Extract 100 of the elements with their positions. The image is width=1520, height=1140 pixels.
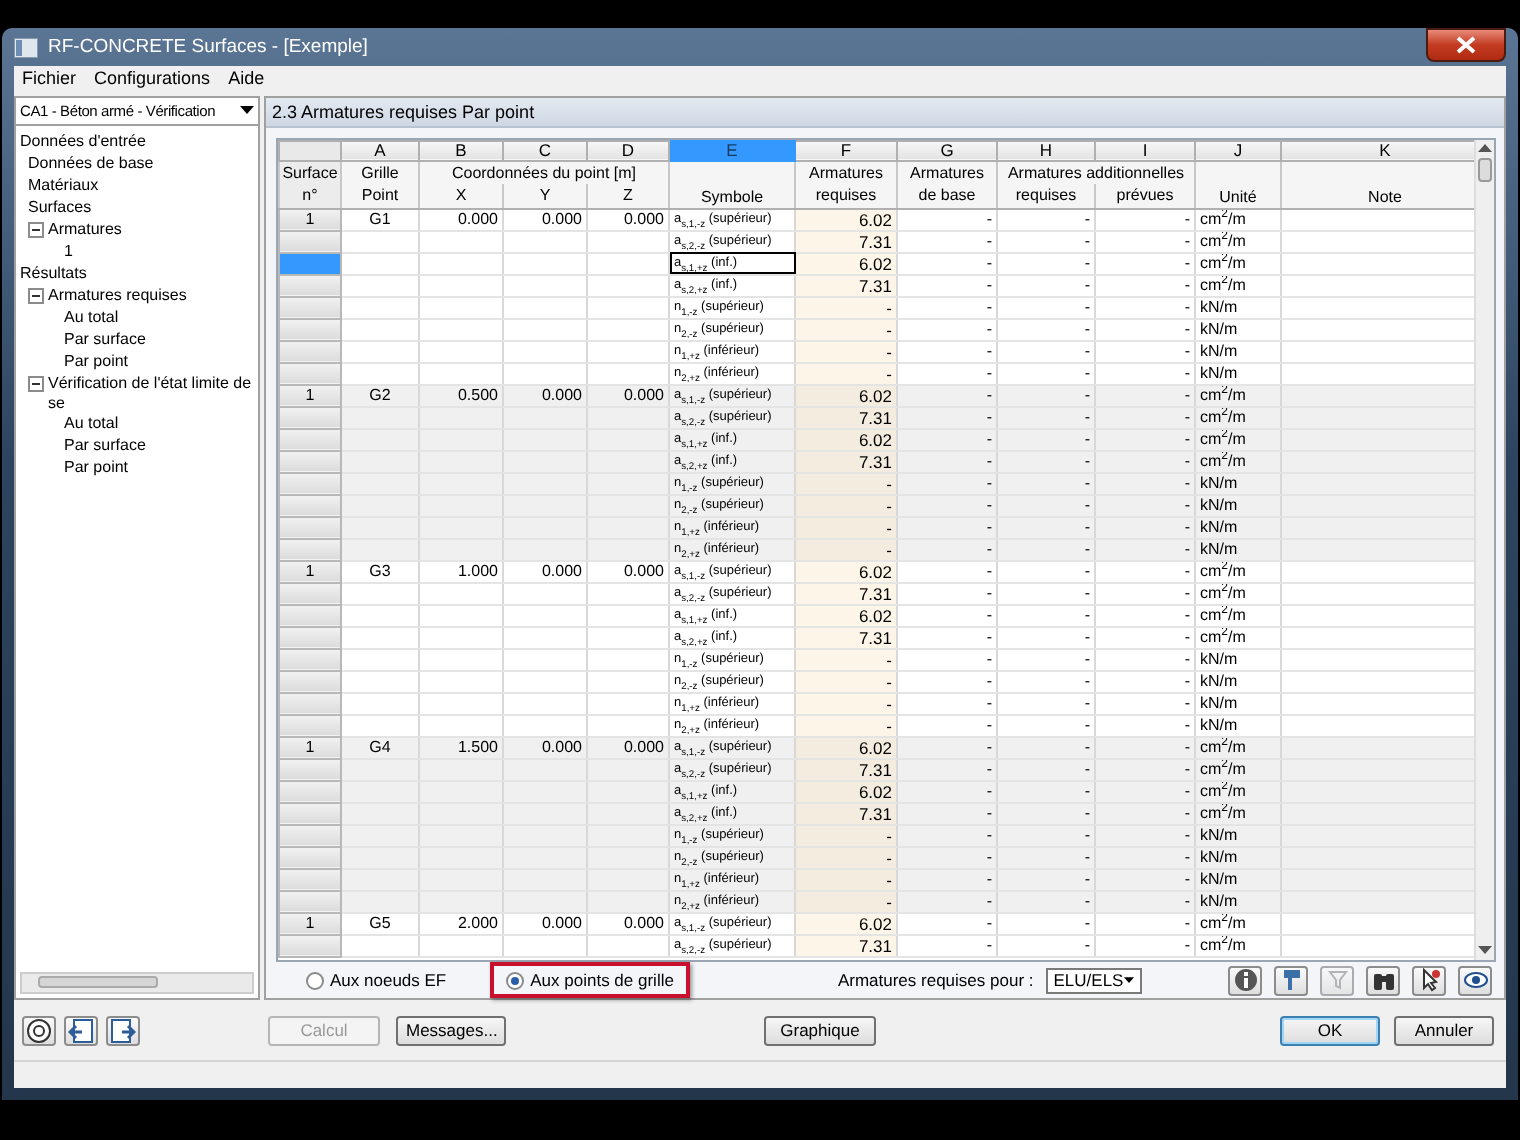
scroll-down-icon[interactable] (1478, 945, 1492, 956)
table-cell: G3 (341, 560, 419, 583)
row-header[interactable] (279, 428, 341, 451)
tree-item[interactable]: Par surface (64, 329, 146, 350)
column-letter[interactable]: J (1195, 140, 1281, 161)
tree-item[interactable]: Vérification de l'état limite de se (48, 373, 258, 414)
column-letter[interactable]: E (669, 140, 795, 161)
row-header[interactable] (279, 296, 341, 319)
tree-item[interactable]: Données de base (28, 153, 154, 174)
row-header[interactable] (279, 472, 341, 495)
row-header[interactable] (279, 604, 341, 627)
row-header[interactable] (279, 516, 341, 539)
row-header[interactable] (279, 406, 341, 429)
row-header[interactable]: 1 (279, 560, 341, 583)
row-header[interactable]: 1 (279, 208, 341, 231)
row-header[interactable] (279, 582, 341, 605)
row-header[interactable] (279, 670, 341, 693)
row-header[interactable] (279, 648, 341, 671)
table-cell: G1 (341, 208, 419, 231)
row-header[interactable] (279, 494, 341, 517)
table-cell: - (997, 670, 1095, 693)
row-header[interactable] (279, 890, 341, 913)
required-for-dropdown[interactable]: ELU/ELS (1045, 967, 1142, 994)
row-header[interactable] (279, 846, 341, 869)
column-letter[interactable]: A (341, 140, 419, 161)
collapse-icon[interactable] (28, 221, 44, 238)
funnel-icon (1327, 970, 1347, 991)
radio-option[interactable]: Aux points de grille (490, 962, 690, 999)
table-cell: - (897, 648, 997, 671)
graphics-button[interactable]: Graphique (764, 1015, 876, 1046)
table-cell: - (1095, 230, 1195, 253)
vertical-scrollbar[interactable] (1474, 139, 1494, 960)
menu-item[interactable]: Configurations (94, 68, 211, 89)
row-header[interactable]: 1 (279, 912, 341, 935)
table-cell: cm$^{2}$/m (1195, 230, 1281, 253)
tree-item[interactable]: Au total (64, 413, 119, 434)
column-letter[interactable]: B (419, 140, 503, 161)
tree-item[interactable]: Par surface (64, 435, 146, 456)
export-button[interactable] (106, 1015, 140, 1046)
column-letter[interactable]: G (897, 140, 997, 161)
row-header[interactable] (279, 802, 341, 825)
table-cell: cm$^{2}$/m (1195, 208, 1281, 231)
table-cell: kN/m (1195, 362, 1281, 385)
column-letter[interactable]: H (997, 140, 1095, 161)
collapse-icon[interactable] (28, 375, 44, 392)
row-header[interactable] (279, 868, 341, 891)
row-header[interactable]: 1 (279, 736, 341, 759)
tree-item[interactable]: Surfaces (28, 197, 92, 218)
column-letter[interactable]: D (587, 140, 669, 161)
row-header[interactable] (279, 362, 341, 385)
ok-button[interactable]: OK (1280, 1015, 1380, 1046)
table-cell: - (1095, 340, 1195, 363)
info-button[interactable] (1228, 965, 1262, 996)
tree-item[interactable]: Au total (64, 307, 119, 328)
messages-button[interactable]: Messages... (396, 1015, 506, 1046)
tree-item[interactable]: Données d'entrée (20, 131, 146, 152)
pointer-button[interactable] (1412, 965, 1446, 996)
row-header[interactable] (279, 824, 341, 847)
row-header[interactable] (279, 538, 341, 561)
column-letter[interactable]: K (1281, 140, 1474, 161)
filter-button[interactable] (1320, 965, 1354, 996)
tree-item[interactable]: 1 (64, 241, 73, 262)
column-letter[interactable]: F (795, 140, 897, 161)
row-header[interactable] (279, 318, 341, 341)
row-header[interactable]: 1 (279, 384, 341, 407)
close-button[interactable] (1426, 28, 1506, 62)
row-header[interactable] (279, 626, 341, 649)
row-header[interactable] (279, 714, 341, 737)
row-header[interactable] (279, 758, 341, 781)
tree-item[interactable]: Armatures requises (48, 285, 187, 306)
row-header[interactable] (279, 340, 341, 363)
marker-button[interactable] (1274, 965, 1308, 996)
column-letter[interactable]: C (503, 140, 587, 161)
eye-button[interactable] (1458, 965, 1492, 996)
help-button[interactable] (22, 1015, 56, 1046)
collapse-icon[interactable] (28, 287, 44, 304)
horizontal-scrollbar[interactable] (20, 972, 254, 995)
row-header[interactable] (279, 692, 341, 715)
row-header[interactable] (279, 230, 341, 253)
lifebuoy-icon (26, 1017, 52, 1044)
radio-option[interactable]: Aux noeuds EF (290, 962, 463, 999)
tree-item[interactable]: Par point (64, 457, 129, 478)
binoculars-button[interactable] (1366, 965, 1400, 996)
menu-item[interactable]: Fichier (22, 68, 77, 89)
import-button[interactable] (64, 1015, 98, 1046)
row-header[interactable] (279, 274, 341, 297)
table-cell: - (897, 340, 997, 363)
row-header[interactable] (279, 450, 341, 473)
menu-item[interactable]: Aide (228, 68, 265, 89)
tree-item[interactable]: Résultats (20, 263, 87, 284)
cancel-button[interactable]: Annuler (1394, 1015, 1494, 1046)
tree-item[interactable]: Armatures (48, 219, 122, 240)
row-header[interactable] (279, 934, 341, 957)
scroll-thumb[interactable] (1478, 157, 1492, 182)
row-header[interactable] (279, 252, 341, 275)
tree-item[interactable]: Matériaux (28, 175, 99, 196)
app-icon (14, 37, 38, 57)
tree-item[interactable]: Par point (64, 351, 129, 372)
column-letter[interactable]: I (1095, 140, 1195, 161)
row-header[interactable] (279, 780, 341, 803)
